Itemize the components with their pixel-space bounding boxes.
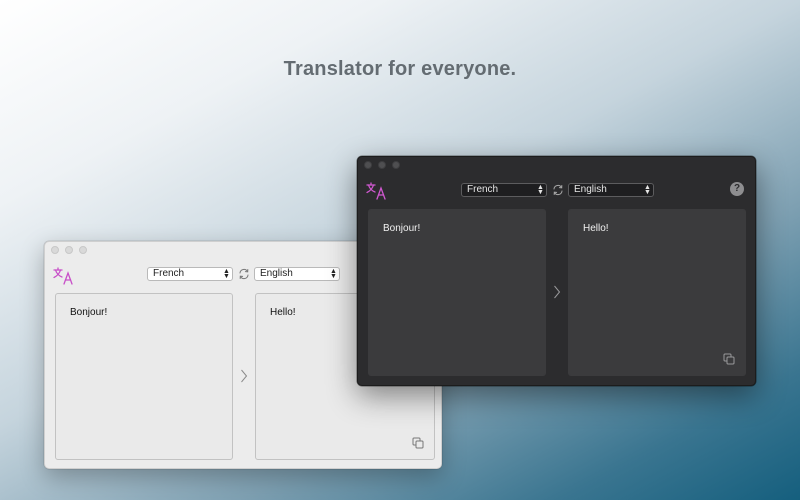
chevron-right-icon [241,369,248,383]
minimize-window-button[interactable] [65,246,73,254]
source-text-area[interactable]: Bonjour! [55,293,233,460]
translate-icon [53,267,73,285]
translated-text: Hello! [583,223,609,234]
chevron-right-icon [554,285,561,299]
target-language-label: English [260,268,293,279]
source-text-area[interactable]: Bonjour! [368,209,546,376]
source-language-label: French [153,268,185,279]
translated-text-area: Hello! [568,209,746,376]
zoom-window-button[interactable] [392,161,400,169]
title-bar[interactable] [358,157,755,173]
target-language-select[interactable]: English ▲ ▼ [254,267,340,281]
close-window-button[interactable] [364,161,372,169]
dark-translator-window: French ▲ ▼ English ▲ ▼ ? Bonjour! Hello! [357,156,756,386]
source-text: Bonjour! [70,307,108,318]
zoom-window-button[interactable] [79,246,87,254]
close-window-button[interactable] [51,246,59,254]
up-down-caret-icon: ▲ ▼ [330,268,337,280]
copy-icon[interactable] [412,437,424,449]
headline: Translator for everyone. [283,58,517,80]
translated-text: Hello! [270,307,296,318]
swap-icon[interactable] [238,268,250,280]
target-language-label: English [574,184,607,195]
source-language-label: French [467,184,499,195]
up-down-caret-icon: ▲ ▼ [644,184,651,196]
swap-icon[interactable] [552,184,564,196]
copy-icon[interactable] [723,353,735,365]
translate-icon [366,182,386,200]
help-button[interactable]: ? [730,182,744,196]
source-language-select[interactable]: French ▲ ▼ [461,183,547,197]
target-language-select[interactable]: English ▲ ▼ [568,183,654,197]
source-text: Bonjour! [383,223,421,234]
up-down-caret-icon: ▲ ▼ [223,268,230,280]
up-down-caret-icon: ▲ ▼ [537,184,544,196]
minimize-window-button[interactable] [378,161,386,169]
source-language-select[interactable]: French ▲ ▼ [147,267,233,281]
